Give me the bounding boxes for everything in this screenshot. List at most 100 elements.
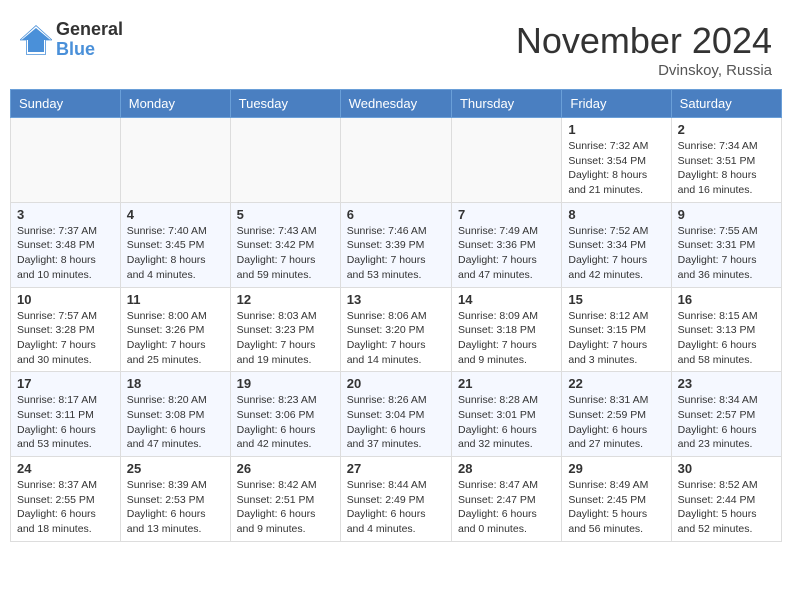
calendar-cell: 11 Sunrise: 8:00 AM Sunset: 3:26 PM Dayli… bbox=[120, 287, 230, 372]
calendar-cell: 29 Sunrise: 8:49 AM Sunset: 2:45 PM Dayli… bbox=[562, 457, 671, 542]
day-number: 23 bbox=[678, 376, 775, 391]
calendar-cell bbox=[340, 118, 451, 203]
day-number: 4 bbox=[127, 207, 224, 222]
day-number: 21 bbox=[458, 376, 555, 391]
day-info: Sunrise: 7:34 AM Sunset: 3:51 PM Dayligh… bbox=[678, 139, 775, 198]
weekday-header: Wednesday bbox=[340, 90, 451, 118]
location: Dvinskoy, Russia bbox=[516, 62, 772, 79]
weekday-row: SundayMondayTuesdayWednesdayThursdayFrid… bbox=[11, 90, 782, 118]
page-header: General Blue November 2024 Dvinskoy, Rus… bbox=[10, 10, 782, 84]
calendar-cell: 8 Sunrise: 7:52 AM Sunset: 3:34 PM Daylig… bbox=[562, 202, 671, 287]
calendar-cell: 9 Sunrise: 7:55 AM Sunset: 3:31 PM Daylig… bbox=[671, 202, 781, 287]
calendar-cell: 5 Sunrise: 7:43 AM Sunset: 3:42 PM Daylig… bbox=[230, 202, 340, 287]
day-number: 15 bbox=[568, 292, 664, 307]
calendar-cell: 19 Sunrise: 8:23 AM Sunset: 3:06 PM Dayli… bbox=[230, 372, 340, 457]
calendar-cell: 14 Sunrise: 8:09 AM Sunset: 3:18 PM Dayli… bbox=[451, 287, 561, 372]
day-info: Sunrise: 7:43 AM Sunset: 3:42 PM Dayligh… bbox=[237, 224, 334, 283]
calendar-cell: 13 Sunrise: 8:06 AM Sunset: 3:20 PM Dayli… bbox=[340, 287, 451, 372]
calendar-cell: 1Sunrise: 7:32 AM Sunset: 3:54 PM Daylig… bbox=[562, 118, 671, 203]
day-number: 11 bbox=[127, 292, 224, 307]
day-info: Sunrise: 8:52 AM Sunset: 2:44 PM Dayligh… bbox=[678, 478, 775, 537]
day-number: 26 bbox=[237, 461, 334, 476]
day-info: Sunrise: 7:55 AM Sunset: 3:31 PM Dayligh… bbox=[678, 224, 775, 283]
calendar-cell: 6 Sunrise: 7:46 AM Sunset: 3:39 PM Daylig… bbox=[340, 202, 451, 287]
logo: General Blue bbox=[20, 20, 123, 60]
day-info: Sunrise: 8:28 AM Sunset: 3:01 PM Dayligh… bbox=[458, 393, 555, 452]
day-info: Sunrise: 7:37 AM Sunset: 3:48 PM Dayligh… bbox=[17, 224, 114, 283]
day-info: Sunrise: 8:23 AM Sunset: 3:06 PM Dayligh… bbox=[237, 393, 334, 452]
day-number: 22 bbox=[568, 376, 664, 391]
day-info: Sunrise: 8:26 AM Sunset: 3:04 PM Dayligh… bbox=[347, 393, 445, 452]
month-title: November 2024 bbox=[516, 20, 772, 62]
calendar-cell: 22Sunrise: 8:31 AM Sunset: 2:59 PM Dayli… bbox=[562, 372, 671, 457]
logo-general-text: General bbox=[56, 20, 123, 40]
calendar-cell: 25Sunrise: 8:39 AM Sunset: 2:53 PM Dayli… bbox=[120, 457, 230, 542]
calendar-cell: 23 Sunrise: 8:34 AM Sunset: 2:57 PM Dayli… bbox=[671, 372, 781, 457]
calendar-week-row: 24 Sunrise: 8:37 AM Sunset: 2:55 PM Dayli… bbox=[11, 457, 782, 542]
calendar-header: SundayMondayTuesdayWednesdayThursdayFrid… bbox=[11, 90, 782, 118]
weekday-header: Saturday bbox=[671, 90, 781, 118]
day-number: 2 bbox=[678, 122, 775, 137]
day-info: Sunrise: 8:20 AM Sunset: 3:08 PM Dayligh… bbox=[127, 393, 224, 452]
calendar-cell bbox=[451, 118, 561, 203]
day-info: Sunrise: 7:32 AM Sunset: 3:54 PM Dayligh… bbox=[568, 139, 664, 198]
title-block: November 2024 Dvinskoy, Russia bbox=[516, 20, 772, 79]
calendar-cell: 12 Sunrise: 8:03 AM Sunset: 3:23 PM Dayli… bbox=[230, 287, 340, 372]
weekday-header: Thursday bbox=[451, 90, 561, 118]
calendar-cell: 7Sunrise: 7:49 AM Sunset: 3:36 PM Daylig… bbox=[451, 202, 561, 287]
day-number: 12 bbox=[237, 292, 334, 307]
day-info: Sunrise: 8:37 AM Sunset: 2:55 PM Dayligh… bbox=[17, 478, 114, 537]
day-number: 20 bbox=[347, 376, 445, 391]
day-number: 24 bbox=[17, 461, 114, 476]
calendar-table: SundayMondayTuesdayWednesdayThursdayFrid… bbox=[10, 89, 782, 542]
calendar-cell: 17 Sunrise: 8:17 AM Sunset: 3:11 PM Dayli… bbox=[11, 372, 121, 457]
day-number: 16 bbox=[678, 292, 775, 307]
day-number: 6 bbox=[347, 207, 445, 222]
weekday-header: Friday bbox=[562, 90, 671, 118]
calendar-cell: 20 Sunrise: 8:26 AM Sunset: 3:04 PM Dayli… bbox=[340, 372, 451, 457]
day-number: 29 bbox=[568, 461, 664, 476]
calendar-cell: 3Sunrise: 7:37 AM Sunset: 3:48 PM Daylig… bbox=[11, 202, 121, 287]
day-number: 7 bbox=[458, 207, 555, 222]
day-info: Sunrise: 8:17 AM Sunset: 3:11 PM Dayligh… bbox=[17, 393, 114, 452]
day-info: Sunrise: 7:52 AM Sunset: 3:34 PM Dayligh… bbox=[568, 224, 664, 283]
calendar-cell: 2 Sunrise: 7:34 AM Sunset: 3:51 PM Daylig… bbox=[671, 118, 781, 203]
day-info: Sunrise: 8:47 AM Sunset: 2:47 PM Dayligh… bbox=[458, 478, 555, 537]
day-number: 19 bbox=[237, 376, 334, 391]
calendar-cell: 30Sunrise: 8:52 AM Sunset: 2:44 PM Dayli… bbox=[671, 457, 781, 542]
calendar-cell: 28Sunrise: 8:47 AM Sunset: 2:47 PM Dayli… bbox=[451, 457, 561, 542]
day-info: Sunrise: 8:09 AM Sunset: 3:18 PM Dayligh… bbox=[458, 309, 555, 368]
calendar-cell: 18 Sunrise: 8:20 AM Sunset: 3:08 PM Dayli… bbox=[120, 372, 230, 457]
calendar-cell: 4 Sunrise: 7:40 AM Sunset: 3:45 PM Daylig… bbox=[120, 202, 230, 287]
day-number: 8 bbox=[568, 207, 664, 222]
day-number: 14 bbox=[458, 292, 555, 307]
day-number: 17 bbox=[17, 376, 114, 391]
day-info: Sunrise: 7:40 AM Sunset: 3:45 PM Dayligh… bbox=[127, 224, 224, 283]
day-info: Sunrise: 8:39 AM Sunset: 2:53 PM Dayligh… bbox=[127, 478, 224, 537]
day-number: 5 bbox=[237, 207, 334, 222]
day-info: Sunrise: 7:57 AM Sunset: 3:28 PM Dayligh… bbox=[17, 309, 114, 368]
calendar-cell bbox=[230, 118, 340, 203]
day-info: Sunrise: 8:15 AM Sunset: 3:13 PM Dayligh… bbox=[678, 309, 775, 368]
calendar-cell: 10Sunrise: 7:57 AM Sunset: 3:28 PM Dayli… bbox=[11, 287, 121, 372]
calendar-week-row: 17 Sunrise: 8:17 AM Sunset: 3:11 PM Dayli… bbox=[11, 372, 782, 457]
day-info: Sunrise: 8:03 AM Sunset: 3:23 PM Dayligh… bbox=[237, 309, 334, 368]
day-number: 18 bbox=[127, 376, 224, 391]
day-number: 13 bbox=[347, 292, 445, 307]
calendar-cell bbox=[11, 118, 121, 203]
calendar-cell bbox=[120, 118, 230, 203]
weekday-header: Sunday bbox=[11, 90, 121, 118]
day-number: 9 bbox=[678, 207, 775, 222]
day-number: 27 bbox=[347, 461, 445, 476]
calendar-cell: 21 Sunrise: 8:28 AM Sunset: 3:01 PM Dayli… bbox=[451, 372, 561, 457]
day-info: Sunrise: 8:06 AM Sunset: 3:20 PM Dayligh… bbox=[347, 309, 445, 368]
day-info: Sunrise: 8:00 AM Sunset: 3:26 PM Dayligh… bbox=[127, 309, 224, 368]
logo-blue-text: Blue bbox=[56, 40, 123, 60]
weekday-header: Monday bbox=[120, 90, 230, 118]
calendar-cell: 24 Sunrise: 8:37 AM Sunset: 2:55 PM Dayli… bbox=[11, 457, 121, 542]
day-info: Sunrise: 8:49 AM Sunset: 2:45 PM Dayligh… bbox=[568, 478, 664, 537]
day-info: Sunrise: 7:46 AM Sunset: 3:39 PM Dayligh… bbox=[347, 224, 445, 283]
calendar-cell: 26Sunrise: 8:42 AM Sunset: 2:51 PM Dayli… bbox=[230, 457, 340, 542]
day-info: Sunrise: 8:44 AM Sunset: 2:49 PM Dayligh… bbox=[347, 478, 445, 537]
day-info: Sunrise: 8:34 AM Sunset: 2:57 PM Dayligh… bbox=[678, 393, 775, 452]
